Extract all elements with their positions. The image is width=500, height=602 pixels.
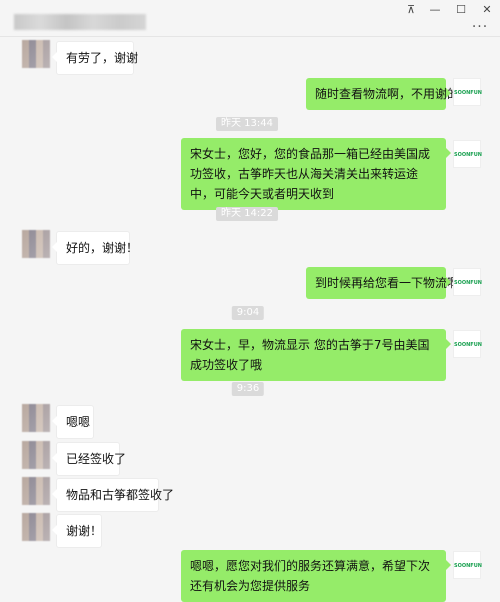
timestamp: 9:36: [231, 382, 265, 396]
maximize-icon[interactable]: ☐: [450, 2, 472, 18]
title-bar: ⊼ — ☐ ✕ ···: [0, 0, 500, 36]
timestamp: 昨天 14:22: [216, 207, 278, 221]
outgoing-message: 随时查看物流啊，不用谢的: [306, 78, 459, 110]
seller-avatar[interactable]: SOONFUN: [453, 551, 482, 579]
incoming-message: 有劳了，谢谢: [52, 41, 138, 75]
outgoing-message: 宋女士，早，物流显示 您的古筝于7号由美国成功签收了哦: [181, 329, 451, 381]
close-icon[interactable]: ✕: [476, 2, 498, 18]
outgoing-message: 嗯嗯，愿您对我们的服务还算满意，希望下次还有机会为您提供服务: [181, 550, 451, 602]
contact-avatar[interactable]: [22, 477, 50, 505]
incoming-message: 已经签收了: [52, 442, 126, 476]
seller-avatar[interactable]: SOONFUN: [453, 140, 482, 168]
incoming-message: 谢谢！: [52, 514, 102, 548]
outgoing-message: 宋女士，您好，您的食品那一箱已经由美国成功签收，古筝昨天也从海关清关出来转运途中…: [181, 138, 451, 210]
contact-avatar[interactable]: [22, 230, 50, 258]
minimize-icon[interactable]: —: [424, 2, 446, 18]
seller-avatar[interactable]: SOONFUN: [453, 330, 482, 358]
chat-title-blurred: [14, 14, 146, 30]
contact-avatar[interactable]: [22, 404, 50, 432]
more-icon[interactable]: ···: [470, 20, 490, 34]
seller-avatar[interactable]: SOONFUN: [453, 268, 482, 296]
seller-avatar[interactable]: SOONFUN: [453, 78, 482, 106]
title-divider: [0, 36, 500, 37]
timestamp: 9:04: [231, 306, 265, 320]
contact-avatar[interactable]: [22, 40, 50, 68]
incoming-message: 好的，谢谢！: [52, 231, 138, 265]
timestamp: 昨天 13:44: [216, 117, 278, 131]
contact-avatar[interactable]: [22, 441, 50, 469]
contact-avatar[interactable]: [22, 513, 50, 541]
pin-icon[interactable]: ⊼: [400, 2, 422, 18]
outgoing-message: 到时候再给您看一下物流啊: [306, 267, 459, 299]
incoming-message: 嗯嗯: [52, 405, 94, 439]
incoming-message: 物品和古筝都签收了: [52, 478, 174, 512]
